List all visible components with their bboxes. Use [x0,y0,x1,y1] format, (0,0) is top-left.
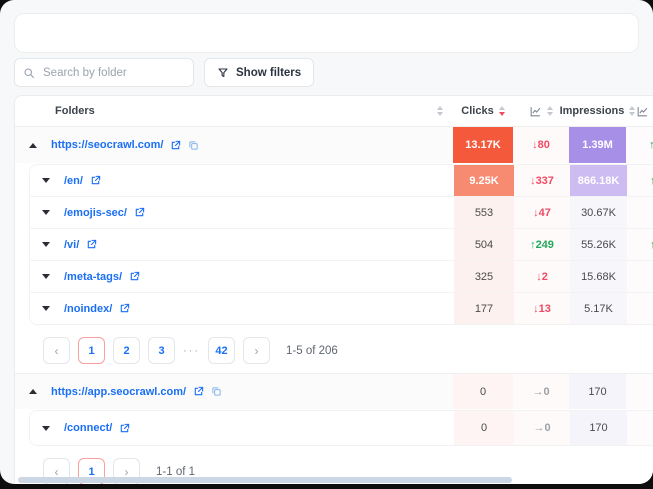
impressions-cell: 30.67K [570,197,627,228]
search-icon [23,67,35,79]
table-row[interactable]: /connect/ 0 →0 170 ↑1 [30,411,653,445]
next-page-button[interactable]: › [243,337,270,364]
page-button-2[interactable]: 2 [113,337,140,364]
column-header-clicks: Clicks [461,105,493,117]
sort-clicks-button[interactable] [499,106,505,116]
impressions-cell: 5.17K [570,293,627,324]
folder-link[interactable]: /vi/ [64,239,79,251]
impressions-cell: 15.68K [570,261,627,292]
collapse-caret-icon[interactable] [29,389,37,394]
expand-caret-icon[interactable] [42,178,50,183]
clicks-trend-cell: →0 [514,411,570,445]
copy-icon[interactable] [188,140,199,151]
column-header-folders: Folders [55,105,95,117]
clicks-cell: 553 [454,197,514,228]
impressions-trend-cell: ↑1 [626,374,653,409]
impressions-trend-cell: ↑1 [627,411,653,445]
top-toolbar [14,13,639,53]
impressions-trend-cell: ↑2 [627,261,653,292]
clicks-cell: 0 [453,374,513,409]
expand-caret-icon[interactable] [42,210,50,215]
copy-icon[interactable] [211,386,222,397]
app-window: Show filters Folders Clicks Impressions [0,0,653,484]
clicks-trend-cell: ↓80 [513,127,569,163]
table-row[interactable]: /noindex/ 177 ↓13 5.17K ↑1 [30,292,653,324]
external-link-icon[interactable] [119,423,130,434]
clicks-trend-cell: ↑249 [514,229,570,260]
child-rows-panel: /en/ 9.25K ↓337 866.18K ↑95 /emojis-sec/ [29,164,653,325]
clicks-cell: 504 [454,229,514,260]
clicks-trend-chart-icon [529,105,542,118]
table-header-row: Folders Clicks Impressions [15,96,653,127]
page-button-42[interactable]: 42 [208,337,235,364]
collapse-caret-icon[interactable] [29,143,37,148]
folder-link[interactable]: /en/ [64,175,83,187]
sort-clicks-trend-button[interactable] [547,106,553,116]
impressions-cell: 866.18K [570,165,627,196]
pagination-group-1: ‹ 1 2 3 ··· 42 › 1-5 of 206 [15,329,653,373]
impressions-trend-chart-icon [636,105,649,118]
impressions-trend-cell: ↓8 [627,197,653,228]
clicks-cell: 325 [454,261,514,292]
pagination-summary: 1-5 of 206 [286,345,338,357]
external-link-icon[interactable] [170,140,181,151]
expand-caret-icon[interactable] [42,426,50,431]
folder-link[interactable]: https://app.seocrawl.com/ [51,386,186,398]
folder-link[interactable]: /meta-tags/ [64,271,122,283]
table-row[interactable]: https://app.seocrawl.com/ 0 →0 170 ↑1 [15,373,653,409]
external-link-icon[interactable] [193,386,204,397]
impressions-cell: 170 [569,374,626,409]
search-folder-box[interactable] [14,58,194,87]
external-link-icon[interactable] [90,175,101,186]
table-row[interactable]: /en/ 9.25K ↓337 866.18K ↑95 [30,165,653,196]
folder-link[interactable]: /noindex/ [64,303,112,315]
clicks-cell: 9.25K [454,165,514,196]
scrollbar-thumb[interactable] [18,477,512,483]
page-button-3[interactable]: 3 [148,337,175,364]
clicks-cell: 177 [454,293,514,324]
column-header-impressions: Impressions [560,105,625,117]
expand-caret-icon[interactable] [42,274,50,279]
table-row[interactable]: /vi/ 504 ↑249 55.26K ↑18 [30,228,653,260]
impressions-trend-cell: ↑18 [627,229,653,260]
page-button-1[interactable]: 1 [78,337,105,364]
expand-caret-icon[interactable] [42,306,50,311]
expand-caret-icon[interactable] [42,242,50,247]
child-rows-panel: /connect/ 0 →0 170 ↑1 [29,410,653,446]
folder-link[interactable]: /emojis-sec/ [64,207,127,219]
table-row[interactable]: /meta-tags/ 325 ↓2 15.68K ↑2 [30,260,653,292]
external-link-icon[interactable] [129,271,140,282]
table-row[interactable]: /emojis-sec/ 553 ↓47 30.67K ↓8 [30,196,653,228]
impressions-trend-cell: ↑95 [627,165,653,196]
impressions-trend-cell: ↑1 [627,293,653,324]
clicks-trend-cell: →0 [513,374,569,409]
clicks-trend-cell: ↓337 [514,165,570,196]
filter-funnel-icon [217,67,229,79]
pagination-summary: 1-1 of 1 [156,466,195,478]
clicks-cell: 0 [454,411,514,445]
folder-link[interactable]: https://seocrawl.com/ [51,139,163,151]
clicks-trend-cell: ↓2 [514,261,570,292]
pagination-ellipsis[interactable]: ··· [183,345,200,357]
table-controls: Show filters [14,58,314,87]
external-link-icon[interactable] [86,239,97,250]
impressions-cell: 170 [570,411,627,445]
external-link-icon[interactable] [134,207,145,218]
impressions-cell: 1.39M [569,127,626,163]
clicks-cell: 13.17K [453,127,513,163]
show-filters-label: Show filters [236,67,301,79]
show-filters-button[interactable]: Show filters [204,58,314,87]
clicks-trend-cell: ↓13 [514,293,570,324]
prev-page-button[interactable]: ‹ [43,337,70,364]
search-input[interactable] [41,66,185,80]
folder-link[interactable]: /connect/ [64,422,112,434]
sort-folders-button[interactable] [437,106,443,116]
impressions-trend-cell: ↑74 [626,127,653,163]
table-row[interactable]: https://seocrawl.com/ 13.17K ↓80 1.39M ↑… [15,127,653,163]
folders-table: Folders Clicks Impressions [14,95,653,484]
impressions-cell: 55.26K [570,229,627,260]
clicks-trend-cell: ↓47 [514,197,570,228]
horizontal-scrollbar[interactable] [0,477,653,483]
external-link-icon[interactable] [119,303,130,314]
